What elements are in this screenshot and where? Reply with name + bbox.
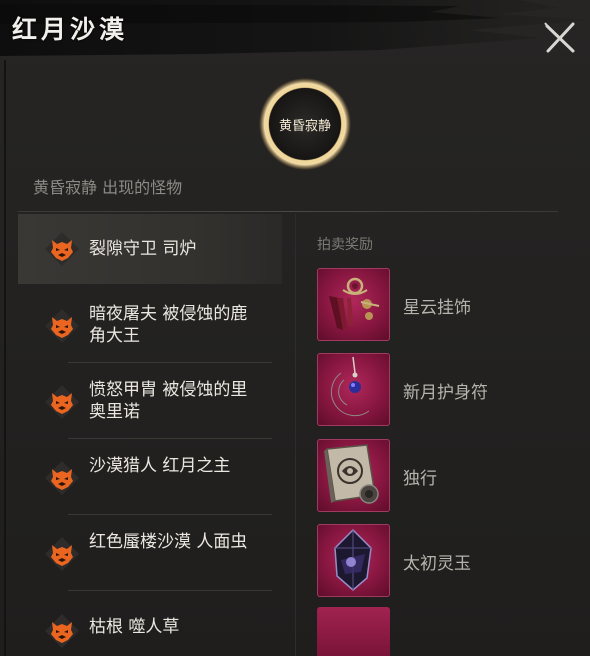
- monster-name: 红色蜃楼沙漠 人面虫: [89, 532, 248, 552]
- monster-item-5[interactable]: 红色蜃楼沙漠 人面虫: [18, 515, 282, 589]
- column-divider: [295, 214, 296, 656]
- monsters-heading: 黄昏寂静 出现的怪物: [33, 178, 183, 197]
- reward-name: 独行: [403, 469, 437, 489]
- demon-mask-icon: [45, 385, 79, 419]
- dark-crystal-icon: [317, 524, 390, 597]
- reward-name: 太初灵玉: [403, 554, 471, 574]
- reward-name: 星云挂饰: [403, 298, 471, 318]
- crescent-amulet-icon: [317, 353, 390, 426]
- tassel-ornament-icon: [317, 268, 390, 341]
- demon-mask-icon: [45, 232, 79, 266]
- reward-item-partial[interactable]: [317, 607, 390, 656]
- monster-name: 枯根 噬人草: [89, 617, 180, 637]
- monster-item-6[interactable]: 枯根 噬人草: [18, 591, 282, 656]
- reward-item-4[interactable]: 太初灵玉: [317, 524, 557, 598]
- close-x-icon: [544, 22, 575, 53]
- monster-name: 裂隙守卫 司炉: [89, 239, 197, 259]
- tome-book-icon: [317, 439, 390, 512]
- demon-mask-icon: [45, 537, 79, 571]
- monster-item-3[interactable]: 愤怒甲胄 被侵蚀的里奥里诺: [18, 363, 282, 437]
- reward-item-1[interactable]: 星云挂饰: [317, 268, 557, 342]
- demon-mask-icon: [45, 461, 79, 495]
- monster-item-4[interactable]: 沙漠猎人 红月之主: [18, 439, 282, 513]
- monster-item-2[interactable]: 暗夜屠夫 被侵蚀的鹿角大王: [18, 286, 282, 362]
- reward-name: 新月护身符: [403, 383, 488, 403]
- title-bar: 红月沙漠: [0, 0, 590, 58]
- monster-list: 裂隙守卫 司炉 暗夜屠夫 被侵蚀的鹿角大王 愤怒甲胄 被侵蚀的里奥里诺 沙漠猎人…: [18, 214, 282, 656]
- demon-mask-icon: [45, 614, 79, 648]
- emblem-label: 黄昏寂静: [278, 118, 331, 134]
- monster-name: 暗夜屠夫 被侵蚀的鹿角大王: [89, 304, 248, 346]
- panel-edge: [4, 60, 6, 656]
- monster-name: 沙漠猎人 红月之主: [89, 456, 231, 476]
- demon-mask-icon: [45, 309, 79, 343]
- reward-item-3[interactable]: 独行: [317, 439, 557, 513]
- monster-item-1[interactable]: 裂隙守卫 司炉: [18, 214, 282, 284]
- monster-info-panel: 红月沙漠 黄昏寂静 黄昏寂静 出现的怪物 裂隙守卫 司炉 暗夜屠夫 被侵蚀的鹿角…: [0, 0, 590, 656]
- monster-name: 愤怒甲胄 被侵蚀的里奥里诺: [89, 380, 248, 422]
- close-button[interactable]: [540, 18, 580, 58]
- rewards-heading: 拍卖奖励: [317, 237, 373, 253]
- window-title: 红月沙漠: [12, 15, 129, 44]
- reward-item-2[interactable]: 新月护身符: [317, 353, 557, 427]
- dusk-silence-emblem[interactable]: 黄昏寂静: [258, 77, 352, 171]
- divider: [18, 211, 558, 212]
